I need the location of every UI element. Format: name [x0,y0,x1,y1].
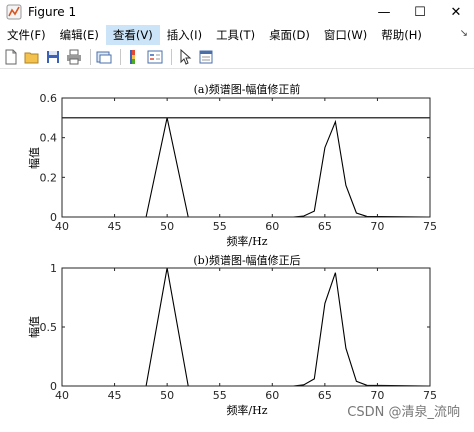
y-tick-label: 0.6 [40,92,58,105]
toolbar-separator [90,48,91,65]
x-tick-label: 50 [160,220,174,233]
x-tick-label: 55 [213,220,227,233]
menu-tools[interactable]: 工具(T) [209,25,262,45]
window-controls: — ☐ ✕ [366,0,474,24]
x-tick-label: 60 [265,220,279,233]
y-tick-label: 1 [50,262,57,275]
menu-bar: 文件(F) 编辑(E) 查看(V) 插入(I) 工具(T) 桌面(D) 窗口(W… [0,24,474,45]
x-tick-label: 70 [370,220,384,233]
figure-toolbar [0,45,474,69]
plot-svg: (a)频谱图-幅值修正前 幅值 频率/Hz 40 45 50 55 60 65 70 75 0 0… [28,82,437,417]
x-tick-label: 65 [318,389,332,402]
x-tick-label: 40 [55,220,69,233]
y-tick-label: 0.5 [40,321,58,334]
y-tick-label: 0.4 [40,132,58,145]
toolbar-separator [120,48,121,65]
axes-b-frame [61,267,431,387]
figure-canvas: (a)频谱图-幅值修正前 幅值 频率/Hz 40 45 50 55 60 65 70 75 0 0… [0,69,474,428]
x-tick-label: 75 [423,220,437,233]
maximize-button[interactable]: ☐ [402,0,438,24]
menu-file[interactable]: 文件(F) [0,25,53,45]
axes-a-frame [61,97,431,218]
menu-desktop[interactable]: 桌面(D) [262,25,317,45]
toolbar-separator [171,48,172,65]
matlab-figure-icon [6,4,22,20]
insert-colorbar-icon[interactable] [125,48,143,66]
print-icon[interactable] [65,48,83,66]
save-icon[interactable] [44,48,62,66]
close-button[interactable]: ✕ [438,0,474,24]
x-tick-label: 55 [213,389,227,402]
menu-edit[interactable]: 编辑(E) [53,25,106,45]
watermark: CSDN @清泉_流响 [347,405,460,420]
x-tick-label: 45 [108,389,122,402]
edit-plot-arrow-icon[interactable] [176,48,194,66]
insert-legend-icon[interactable] [146,48,164,66]
menu-window[interactable]: 窗口(W) [317,25,374,45]
spectrum-line [62,117,431,218]
menu-help[interactable]: 帮助(H) [374,25,429,45]
x-tick-label: 50 [160,389,174,402]
property-editor-icon[interactable] [197,48,215,66]
axes-b-xlabel: 频率/Hz [226,403,267,417]
axes-b-title: (b)频谱图-幅值修正后 [193,253,300,267]
link-plot-icon[interactable] [95,48,113,66]
x-tick-label: 60 [265,389,279,402]
axes-a: (a)频谱图-幅值修正前 幅值 频率/Hz 40 45 50 55 60 65 70 75 0 0… [28,82,437,248]
axes-a-title: (a)频谱图-幅值修正前 [194,82,301,96]
menu-view[interactable]: 查看(V) [105,24,160,45]
y-tick-label: 0 [50,380,57,393]
x-tick-label: 45 [108,220,122,233]
y-tick-label: 0 [50,211,57,224]
window-title: Figure 1 [28,5,77,19]
x-tick-label: 65 [318,220,332,233]
title-bar: Figure 1 — ☐ ✕ [0,0,474,24]
new-figure-icon[interactable] [2,48,20,66]
open-file-icon[interactable] [23,48,41,66]
spectrum-line [62,267,431,387]
x-tick-label: 40 [55,389,69,402]
axes-b: (b)频谱图-幅值修正后 幅值 频率/Hz 40 45 50 55 60 65 70 7500… [28,253,437,417]
menubar-dock-arrow-icon[interactable]: ↘ [460,28,468,39]
y-tick-label: 0.2 [40,171,58,184]
menu-insert[interactable]: 插入(I) [160,25,209,45]
minimize-button[interactable]: — [366,0,402,24]
axes-a-xlabel: 频率/Hz [226,234,267,248]
axes-a-ylabel: 幅值 [28,147,41,169]
